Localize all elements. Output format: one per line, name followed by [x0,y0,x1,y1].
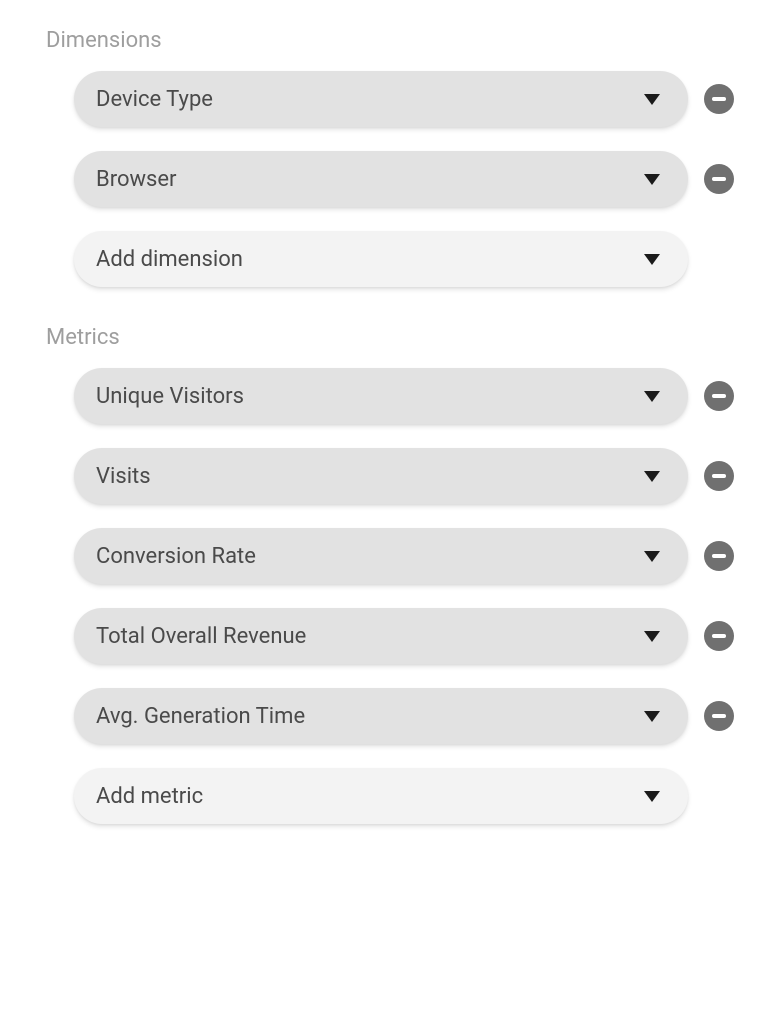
dimension-label: Device Type [96,87,213,112]
dimension-row: Device Type [74,71,736,127]
metric-dropdown-total-overall-revenue[interactable]: Total Overall Revenue [74,608,688,664]
dimension-dropdown-device-type[interactable]: Device Type [74,71,688,127]
add-metric-label: Add metric [96,784,203,809]
metric-row: Add metric [74,768,736,824]
metric-dropdown-visits[interactable]: Visits [74,448,688,504]
metrics-section: Metrics Unique Visitors Visits Conversio… [46,325,736,824]
metric-label: Unique Visitors [96,384,244,409]
chevron-down-icon [644,254,660,265]
metric-label: Conversion Rate [96,544,256,569]
chevron-down-icon [644,631,660,642]
metric-label: Avg. Generation Time [96,704,305,729]
metric-row: Conversion Rate [74,528,736,584]
remove-metric-button[interactable] [704,621,734,651]
dimension-row: Browser [74,151,736,207]
chevron-down-icon [644,471,660,482]
dimensions-title: Dimensions [46,28,736,53]
chevron-down-icon [644,391,660,402]
chevron-down-icon [644,551,660,562]
spacer [704,244,734,274]
chevron-down-icon [644,711,660,722]
add-dimension-label: Add dimension [96,247,243,272]
metrics-rows: Unique Visitors Visits Conversion Rate T… [46,368,736,824]
dimension-row: Add dimension [74,231,736,287]
metrics-title: Metrics [46,325,736,350]
metric-row: Avg. Generation Time [74,688,736,744]
metric-dropdown-unique-visitors[interactable]: Unique Visitors [74,368,688,424]
dimension-label: Browser [96,167,177,192]
chevron-down-icon [644,791,660,802]
remove-dimension-button[interactable] [704,84,734,114]
dimensions-section: Dimensions Device Type Browser Add dimen… [46,28,736,287]
spacer [704,781,734,811]
metric-dropdown-avg-generation-time[interactable]: Avg. Generation Time [74,688,688,744]
dimensions-rows: Device Type Browser Add dimension [46,71,736,287]
metric-label: Total Overall Revenue [96,624,306,649]
metric-row: Total Overall Revenue [74,608,736,664]
metric-row: Unique Visitors [74,368,736,424]
metric-row: Visits [74,448,736,504]
add-dimension-dropdown[interactable]: Add dimension [74,231,688,287]
add-metric-dropdown[interactable]: Add metric [74,768,688,824]
remove-metric-button[interactable] [704,701,734,731]
chevron-down-icon [644,174,660,185]
remove-metric-button[interactable] [704,381,734,411]
dimension-dropdown-browser[interactable]: Browser [74,151,688,207]
metric-dropdown-conversion-rate[interactable]: Conversion Rate [74,528,688,584]
remove-metric-button[interactable] [704,461,734,491]
metric-label: Visits [96,464,151,489]
remove-dimension-button[interactable] [704,164,734,194]
chevron-down-icon [644,94,660,105]
remove-metric-button[interactable] [704,541,734,571]
